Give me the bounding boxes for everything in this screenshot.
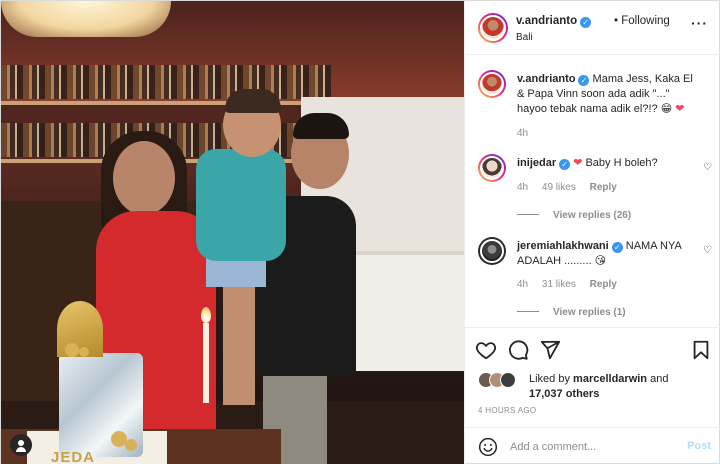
caption-time: 4h: [517, 128, 529, 139]
smile-icon[interactable]: [478, 437, 498, 457]
comment-body: Baby H boleh?: [585, 157, 658, 169]
photo-kid-hair: [225, 89, 281, 113]
divider: [517, 214, 539, 215]
comment-text: inijedar ✓ ❤ Baby H boleh?: [517, 156, 699, 171]
photo-candle-flame: [201, 307, 211, 323]
caption-username[interactable]: v.andrianto: [517, 73, 575, 85]
caption-text: v.andrianto ✓ Mama Jess, Kaka El & Papa V…: [517, 72, 699, 117]
heart-icon[interactable]: ♡: [703, 245, 712, 256]
photo-woman-face: [113, 141, 175, 215]
verified-badge-icon: ✓: [559, 159, 571, 170]
post-side-panel: v.andrianto ✓ • Following Bali ··· v.andr…: [464, 1, 720, 464]
view-replies-button[interactable]: View replies (26): [517, 210, 631, 221]
photo-man-hair: [293, 113, 349, 139]
comments-list[interactable]: v.andrianto ✓ Mama Jess, Kaka El & Papa V…: [465, 56, 720, 326]
view-replies-button[interactable]: View replies (1): [517, 307, 626, 318]
verified-badge-icon: ✓: [578, 75, 590, 86]
reply-button[interactable]: Reply: [590, 182, 617, 193]
liked-by-user[interactable]: marcelldarwin: [573, 373, 647, 385]
reply-button[interactable]: Reply: [590, 279, 617, 290]
comment-likes[interactable]: 31 likes: [542, 279, 576, 290]
likes-summary: Liked by marcelldarwin and 17,037 others: [478, 372, 708, 402]
comment-meta: 4h 49 likes Reply: [517, 182, 617, 193]
photo-cake-ball: [79, 347, 89, 357]
liked-by-text: Liked by marcelldarwin and 17,037 others: [529, 373, 669, 400]
photo-kid-shirt: [196, 149, 286, 261]
photo-bottle-shelf-top: [1, 65, 331, 99]
add-comment-bar: Post: [465, 427, 720, 464]
post-timestamp[interactable]: 4 HOURS AGO: [478, 406, 536, 415]
avatar[interactable]: [478, 237, 506, 265]
bookmark-icon[interactable]: [690, 339, 712, 361]
post-photo[interactable]: JEDA: [1, 1, 464, 464]
separator-dot: •: [614, 15, 619, 27]
liked-by-others[interactable]: 17,037 others: [529, 388, 599, 400]
comment-username[interactable]: jeremiahlakhwani: [517, 240, 609, 252]
verified-badge-icon: ✓: [580, 17, 592, 28]
verified-badge-icon: ✓: [611, 242, 623, 253]
follow-status[interactable]: • Following: [614, 15, 670, 27]
red-heart-emoji-icon: ❤: [573, 157, 583, 169]
photo-shelf: [1, 101, 331, 105]
photo-ceiling-lamp: [1, 1, 171, 37]
comment-text: jeremiahlakhwani ✓ NAMA NYA ADALAH ......…: [517, 239, 699, 269]
comment-icon[interactable]: [507, 339, 529, 361]
heart-icon[interactable]: ♡: [703, 162, 712, 173]
post-button[interactable]: Post: [687, 440, 711, 452]
kiss-emoji-icon: 😘: [594, 255, 607, 267]
photo-cake-lettering: JEDA: [51, 449, 96, 464]
avatar[interactable]: [478, 70, 506, 98]
comment-likes[interactable]: 49 likes: [542, 182, 576, 193]
comment-username[interactable]: inijedar: [517, 157, 556, 169]
user-tag-icon[interactable]: [10, 434, 32, 456]
photo-candle: [203, 323, 209, 403]
red-heart-emoji-icon: ❤: [675, 103, 685, 115]
share-icon[interactable]: [539, 339, 561, 361]
photo-cake-ball: [65, 343, 79, 357]
divider: [517, 311, 539, 312]
photo-kitchen-counter: [341, 251, 464, 371]
comment-input[interactable]: [510, 437, 680, 457]
comment-meta: 4h 31 likes Reply: [517, 279, 617, 290]
post-header: v.andrianto ✓ • Following Bali ···: [465, 1, 720, 55]
avatar: [500, 372, 516, 388]
photo-cake-ball: [125, 439, 137, 451]
post-actions: Liked by marcelldarwin and 17,037 others…: [465, 327, 720, 427]
post-location[interactable]: Bali: [516, 32, 533, 43]
heart-icon[interactable]: [475, 339, 497, 361]
avatar[interactable]: [478, 13, 508, 43]
instagram-post-modal: JEDA v.andrianto ✓ • Following Bali ··· v…: [0, 0, 720, 464]
following-button[interactable]: Following: [621, 15, 670, 27]
more-horizontal-icon[interactable]: ···: [691, 15, 708, 31]
header-username[interactable]: v.andrianto ✓: [516, 15, 592, 28]
photo-kid-legs: [223, 285, 255, 405]
avatar[interactable]: [478, 154, 506, 182]
grin-emoji-icon: 😁: [660, 103, 673, 115]
